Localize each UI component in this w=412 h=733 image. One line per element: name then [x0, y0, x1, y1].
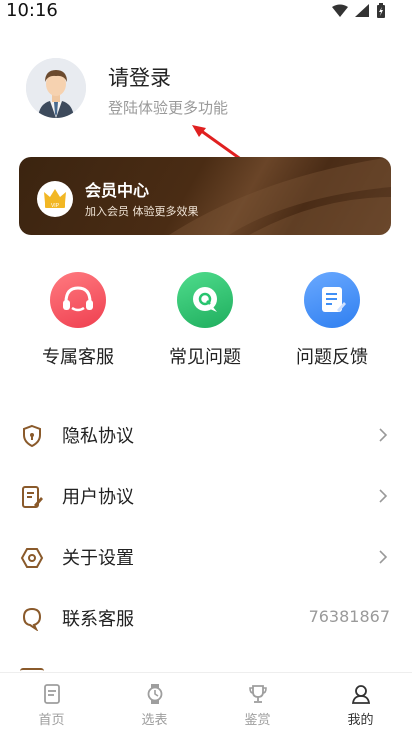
menu-item-label: 联系客服 [62, 609, 134, 630]
chevron-right-icon [379, 489, 388, 503]
menu-item-user-agreement[interactable]: 用户协议 [0, 469, 412, 529]
feedback-doc-icon [304, 272, 360, 328]
document-pen-icon [22, 486, 43, 508]
quick-action-label: 专属客服 [42, 347, 114, 368]
tab-label: 首页 [38, 713, 65, 728]
tab-label: 我的 [347, 713, 374, 728]
menu-item-label: 用户协议 [62, 487, 134, 508]
watch-icon [147, 684, 162, 704]
vip-title: 会员中心 [85, 181, 150, 200]
headset-icon [50, 272, 106, 328]
quick-action-faq[interactable]: 常见问题 [155, 272, 255, 369]
trophy-icon [248, 685, 267, 703]
chevron-right-icon [379, 428, 388, 442]
menu-item-privacy[interactable]: 隐私协议 [0, 408, 412, 468]
quick-action-label: 问题反馈 [296, 347, 368, 368]
tab-label: 鉴赏 [244, 713, 271, 728]
question-q-icon [177, 272, 233, 328]
vip-subtitle: 加入会员 体验更多效果 [85, 205, 199, 218]
quick-action-support[interactable]: 专属客服 [28, 272, 128, 369]
hexagon-settings-icon [20, 548, 44, 568]
chat-bubble-icon [22, 607, 42, 631]
chevron-right-icon [379, 550, 388, 564]
vip-crown-icon: VIP [37, 181, 73, 217]
quick-action-label: 常见问题 [169, 347, 241, 368]
quick-action-feedback[interactable]: 问题反馈 [282, 272, 382, 369]
tab-watches[interactable]: 选表 [103, 683, 206, 728]
menu-item-label: 隐私协议 [62, 426, 134, 447]
tab-label: 选表 [141, 713, 168, 728]
shield-icon [23, 424, 41, 448]
vip-badge-text: VIP [51, 203, 60, 209]
menu-item-contact-support[interactable]: 联系客服 76381867 [0, 591, 412, 651]
menu-item-settings[interactable]: 关于设置 [0, 530, 412, 590]
menu-item-label: 关于设置 [62, 548, 134, 569]
support-phone-number[interactable]: 76381867 [309, 607, 390, 626]
vip-center-card[interactable]: VIP 会员中心 加入会员 体验更多效果 [19, 157, 391, 235]
tab-mine[interactable]: 我的 [309, 683, 412, 728]
bottom-tab-bar: 首页 选表 鉴赏 我的 [0, 672, 412, 733]
tab-appreciate[interactable]: 鉴赏 [206, 683, 309, 728]
home-doc-icon [43, 684, 60, 704]
vip-card-decoration [169, 157, 391, 235]
user-icon [351, 685, 370, 704]
tab-home[interactable]: 首页 [0, 683, 103, 728]
